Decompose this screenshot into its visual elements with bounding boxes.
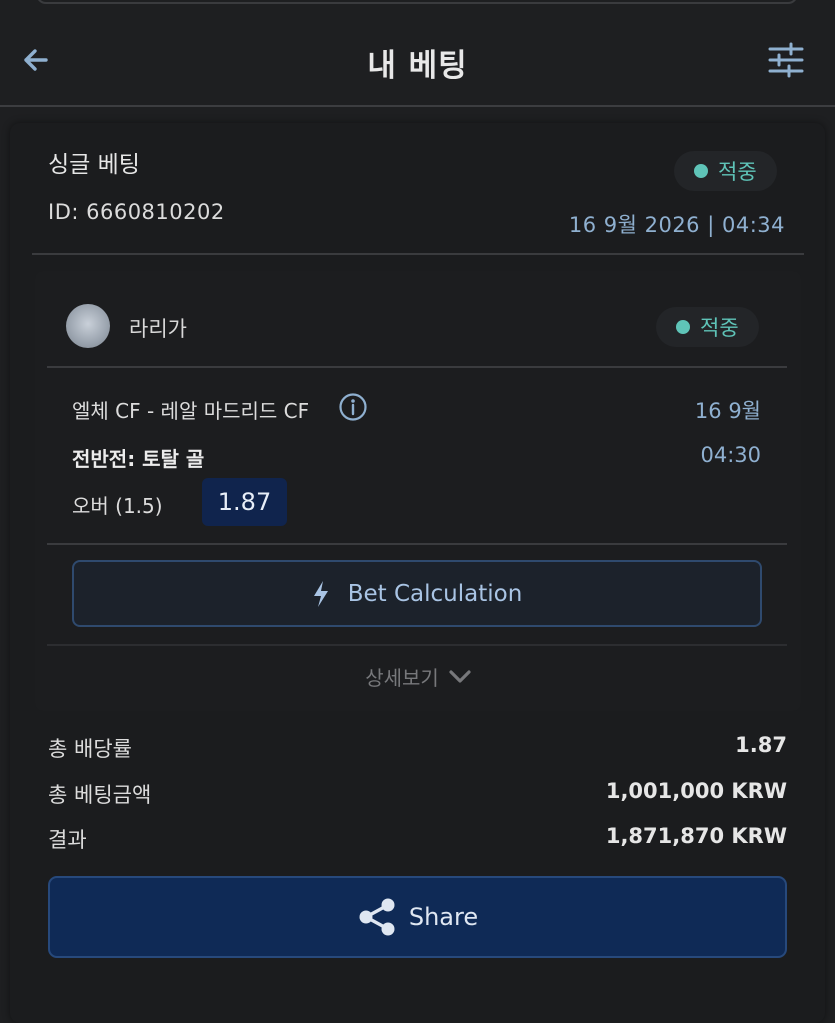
result-value: 1,871,870 KRW	[605, 824, 787, 848]
bet-card: 싱글 베팅 ID: 6660810202 적중 16 9월 2026 | 04:…	[10, 123, 825, 1023]
page-title: 내 베팅	[367, 48, 468, 84]
bet-id: ID: 6660810202	[48, 200, 225, 224]
event-status-badge: 적중	[656, 307, 759, 347]
share-icon	[359, 898, 395, 936]
info-button[interactable]	[338, 392, 368, 422]
top-strip	[0, 0, 835, 10]
top-search-pill	[36, 0, 798, 4]
bet-calculation-label: Bet Calculation	[347, 580, 523, 607]
filter-sliders-icon	[768, 42, 804, 78]
total-odds-value: 1.87	[735, 733, 787, 757]
app-header: 내 베팅	[0, 10, 835, 107]
filter-button[interactable]	[766, 42, 806, 78]
stake-label: 총 베팅금액	[48, 783, 152, 807]
match-date: 16 9월	[694, 399, 761, 423]
total-odds-label: 총 배당률	[48, 737, 132, 761]
event-card: 라리가 적중 엘체 CF - 레알 마드리드 CF 16 9월 전반전: 토탈 …	[35, 271, 801, 711]
details-toggle[interactable]: 상세보기	[35, 662, 801, 691]
chevron-down-icon	[449, 669, 471, 683]
share-button[interactable]: Share	[48, 876, 787, 958]
event-status-label: 적중	[700, 316, 739, 340]
lightning-icon	[313, 580, 328, 607]
status-dot-icon	[676, 320, 690, 334]
league-name: 라리가	[129, 317, 187, 341]
bet-calculation-button[interactable]: Bet Calculation	[72, 560, 762, 627]
league-logo	[66, 304, 110, 348]
info-icon	[339, 393, 367, 421]
status-label: 적중	[718, 160, 757, 184]
divider	[32, 253, 804, 255]
result-label: 결과	[48, 828, 87, 852]
status-dot-icon	[694, 164, 708, 178]
details-label: 상세보기	[365, 666, 439, 690]
bet-type: 싱글 베팅	[48, 152, 140, 178]
divider	[47, 366, 787, 368]
share-label: Share	[408, 903, 479, 931]
match-time: 04:30	[700, 443, 761, 467]
market-name: 전반전: 토탈 골	[72, 447, 205, 471]
bet-date: 16 9월 2026 | 04:34	[568, 213, 785, 237]
divider	[47, 543, 787, 545]
selection-name: 오버 (1.5)	[72, 494, 163, 518]
match-name: 엘체 CF - 레알 마드리드 CF	[72, 399, 310, 423]
odds-chip: 1.87	[202, 478, 287, 526]
stake-value: 1,001,000 KRW	[605, 779, 787, 803]
divider	[47, 644, 787, 646]
status-badge: 적중	[674, 151, 777, 191]
